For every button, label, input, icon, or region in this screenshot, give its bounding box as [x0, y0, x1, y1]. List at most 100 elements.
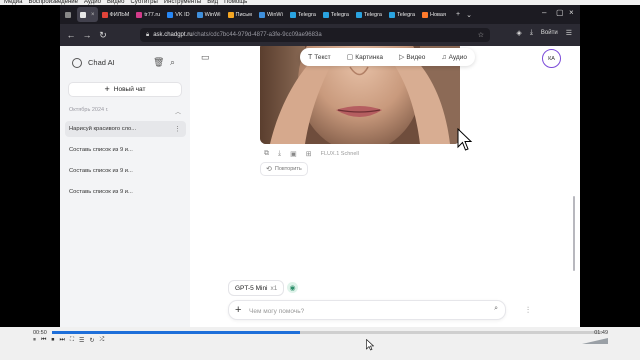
chadgpt-page: Chad AI 🗑︎ ⌕ + Новый чат Октябрь 2024 г.…: [60, 46, 580, 327]
browser-tab[interactable]: WinWi: [194, 7, 224, 22]
copy-icon[interactable]: ⧉: [264, 150, 269, 158]
image-model-label: FLUX.1 Schnell: [320, 151, 359, 157]
browser-tab[interactable]: Telegra: [353, 7, 385, 22]
maximize-icon[interactable]: ▢: [556, 8, 564, 17]
model-icon[interactable]: ◉: [287, 282, 298, 293]
player-controls: 00:50 01:49 ⏸ ⏮ ⏹ ⏭ ⛶ ☰ ↻ ⤮: [0, 327, 640, 360]
chat-list-item[interactable]: Составь список из 9 и...: [65, 184, 186, 200]
player-menu-item[interactable]: Медиа: [4, 0, 22, 5]
section-header[interactable]: Октябрь 2024 г. ︿: [69, 107, 181, 116]
download-icon[interactable]: ⤓: [530, 29, 533, 37]
seek-bar[interactable]: [52, 331, 602, 334]
browser-tab[interactable]: ×: [77, 7, 98, 22]
web-search-icon[interactable]: ⌕: [494, 305, 498, 313]
mode-tab[interactable]: ▢ Картинка: [346, 53, 383, 62]
browser-tab[interactable]: Telegra: [386, 7, 418, 22]
search-icon[interactable]: ⌕: [170, 57, 175, 68]
new-chat-label: Новый чат: [113, 86, 146, 93]
signin-button[interactable]: Войти: [541, 30, 558, 36]
url-host: ask.chadgpt.ru: [153, 32, 193, 38]
mode-tab[interactable]: ▷ Видео: [399, 53, 425, 62]
player-control-button[interactable]: ⏭: [59, 337, 64, 344]
volume-slider[interactable]: [582, 338, 608, 344]
mode-icon: ▢: [346, 54, 354, 61]
player-control-button[interactable]: ⛶: [70, 337, 74, 344]
minimize-icon[interactable]: –: [542, 8, 546, 17]
new-tab-icon[interactable]: +: [456, 11, 460, 18]
expand-icon[interactable]: ▣: [290, 150, 297, 158]
section-label: Октябрь 2024 г.: [69, 107, 109, 113]
tab-title: VK ID: [175, 11, 190, 18]
mode-switcher: T Текст ▢ Картинка ▷ Видео ♫ Аудио: [300, 48, 475, 66]
tab-title: tr77.ru: [144, 11, 161, 18]
brand-title: Chad AI: [88, 58, 115, 67]
browser-tab[interactable]: Письм: [225, 7, 255, 22]
seek-progress: [52, 331, 300, 334]
address-bar[interactable]: 🔒︎ ask.chadgpt.ru /chats/cdc7bc44-979d-4…: [140, 28, 490, 42]
tab-list-icon[interactable]: ⌄: [466, 11, 472, 19]
url-toolbar: ← → ↻ 🔒︎ ask.chadgpt.ru /chats/cdc7bc44-…: [60, 24, 580, 46]
close-tab-icon[interactable]: ×: [91, 12, 95, 18]
tab-title: WinWi: [266, 11, 283, 18]
retry-label: Повторить: [274, 166, 302, 172]
forward-icon[interactable]: →: [82, 30, 92, 40]
tab-title: Telegra: [396, 11, 416, 18]
trash-icon[interactable]: 🗑︎: [153, 57, 164, 68]
attach-plus-icon[interactable]: +: [235, 304, 241, 316]
browser-tab[interactable]: WinWi: [256, 7, 286, 22]
player-control-button[interactable]: ☰: [79, 337, 84, 344]
player-control-button[interactable]: ⏮: [41, 337, 46, 344]
browser-tab[interactable]: Telegra: [287, 7, 319, 22]
reload-icon[interactable]: ↻: [98, 30, 108, 41]
browser-tab[interactable]: [62, 7, 76, 22]
mode-tab[interactable]: T Текст: [308, 54, 331, 61]
mode-label: Текст: [314, 53, 331, 61]
retry-button[interactable]: ⟲ Повторить: [260, 162, 308, 176]
chat-title: Нарисуй красивого сло...: [69, 126, 137, 132]
voice-waveform-icon[interactable]: ⫶: [520, 302, 536, 318]
message-input[interactable]: [249, 305, 469, 317]
chat-list-item[interactable]: Составь список из 9 и...: [65, 142, 186, 158]
sidebar: Chad AI 🗑︎ ⌕ + Новый чат Октябрь 2024 г.…: [60, 46, 190, 327]
model-selector[interactable]: GPT-5 Mini x1: [228, 280, 285, 296]
chat-title: Составь список из 9 и...: [69, 147, 133, 153]
chat-list-item[interactable]: Составь список из 9 и...: [65, 163, 186, 179]
menu-icon[interactable]: ☰: [566, 29, 572, 37]
playback-buttons: ⏸ ⏮ ⏹ ⏭ ⛶ ☰ ↻ ⤮: [33, 337, 104, 344]
mode-icon: ♫: [441, 53, 447, 61]
image-actions: ⧉ ⤓ ▣ ⊞ FLUX.1 Schnell: [264, 150, 359, 158]
lock-icon: 🔒︎: [146, 31, 150, 38]
player-control-button[interactable]: ⤮: [99, 337, 104, 344]
shield-icon[interactable]: ◈: [516, 29, 521, 37]
browser-tab[interactable]: Новая: [419, 7, 449, 22]
browser-tab[interactable]: Telegra: [320, 7, 352, 22]
refresh-icon: ⟲: [266, 166, 272, 173]
close-window-icon[interactable]: ×: [569, 8, 574, 17]
new-chat-button[interactable]: + Новый чат: [68, 82, 182, 97]
grid-icon[interactable]: ⊞: [306, 150, 312, 158]
chat-list-item[interactable]: Нарисуй красивого сло... ⋮: [65, 121, 186, 137]
browser-window: × ФИЛЬМ tr77.ru VK ID WinWi Письм WinWi Telegra…: [60, 5, 580, 327]
tab-favicon-icon: [196, 11, 203, 18]
user-avatar[interactable]: КА: [542, 49, 561, 68]
back-icon[interactable]: ←: [66, 30, 76, 40]
browser-tab[interactable]: ФИЛЬМ: [99, 7, 133, 22]
bookmark-star-icon[interactable]: ☆: [478, 31, 484, 39]
download-image-icon[interactable]: ⤓: [278, 150, 281, 158]
player-control-button[interactable]: ↻: [89, 337, 94, 344]
chat-scrollbar[interactable]: [573, 196, 575, 271]
tab-favicon-icon: [167, 11, 174, 18]
tab-favicon-icon: [136, 11, 143, 18]
mode-tab[interactable]: ♫ Аудио: [441, 54, 467, 61]
tab-title: WinWi: [204, 11, 221, 18]
browser-tools: ◈ ⤓ Войти ☰: [516, 29, 572, 37]
player-control-button[interactable]: ⏹: [51, 337, 54, 344]
more-options-icon[interactable]: ⋮: [174, 125, 181, 133]
player-control-button[interactable]: ⏸: [33, 337, 36, 344]
browser-tab[interactable]: tr77.ru: [133, 7, 163, 22]
url-path: /chats/cdc7bc44-979d-4877-a3fe-9cc09ae96…: [192, 32, 322, 38]
sidebar-toggle-icon[interactable]: ▭: [201, 52, 210, 63]
tab-favicon-icon: [258, 11, 265, 18]
browser-tab[interactable]: VK ID: [164, 7, 192, 22]
tab-favicon-icon: [388, 11, 395, 18]
